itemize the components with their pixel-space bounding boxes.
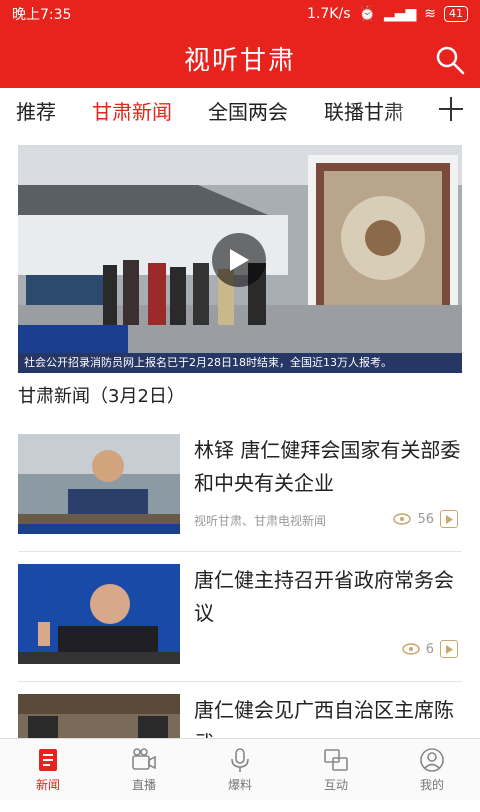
bottom-navigation: 新闻 直播 爆料 互动 我的 [0,738,480,800]
article-thumbnail [18,564,180,664]
nav-label: 新闻 [35,777,60,792]
signal-icon: ▂▄▆ [383,6,417,22]
play-icon [230,249,249,271]
tab-recommend[interactable]: 推荐 [16,96,56,125]
view-count: 6 [425,641,434,657]
search-icon[interactable] [434,44,466,76]
interact-icon [324,748,348,771]
wifi-icon: ≋ [424,6,436,22]
nav-report[interactable]: 爆料 [192,739,288,800]
tab-gansu-news[interactable]: 甘肃新闻 [92,96,172,125]
category-tabs: 推荐 甘肃新闻 全国两会 联播甘肃 [0,88,480,132]
nav-news[interactable]: 新闻 [0,739,96,800]
nav-live[interactable]: 直播 [96,739,192,800]
status-indicators: 1.7K/s ⏰ ▂▄▆ ≋ 41 [307,6,468,22]
app-header: 视听甘肃 [0,28,480,88]
video-icon [440,640,458,658]
tab-two-sessions[interactable]: 全国两会 [208,96,288,125]
article-title: 林铎 唐仁健拜会国家有关部委和中央有关企业 [194,438,461,495]
network-speed: 1.7K/s [307,6,351,22]
live-camera-icon [132,747,156,770]
eye-icon [401,643,420,655]
tab-fade [388,88,438,132]
article-thumbnail [18,434,180,534]
list-item[interactable]: 林铎 唐仁健拜会国家有关部委和中央有关企业 视听甘肃、甘肃电视新闻 56 [18,434,462,552]
microphone-icon [231,747,249,772]
add-channel-icon[interactable] [436,94,466,124]
alarm-icon: ⏰ [358,6,376,22]
status-bar: 晚上7:35 1.7K/s ⏰ ▂▄▆ ≋ 41 [0,0,480,28]
view-count: 56 [417,511,434,527]
list-item[interactable]: 唐仁健主持召开省政府常务会议 6 [18,564,462,682]
article-source: 视听甘肃、甘肃电视新闻 [194,514,327,528]
nav-interact[interactable]: 互动 [288,739,384,800]
status-time: 晚上7:35 [12,7,72,23]
article-stats: 6 [401,640,458,658]
article-stats: 56 [393,510,458,528]
news-icon [39,748,57,771]
video-icon [440,510,458,528]
hero-ticker: 社会公开招录消防员网上报名已于2月28日18时结束，全国近13万人报考。 [18,353,462,373]
hero-caption[interactable]: 甘肃新闻（3月2日） [18,382,185,408]
app-title: 视听甘肃 [183,45,296,76]
profile-icon [420,747,444,772]
article-title: 唐仁健主持召开省政府常务会议 [194,568,454,625]
eye-icon [393,513,412,525]
play-button[interactable] [212,233,266,287]
nav-label: 直播 [131,777,156,792]
nav-label: 爆料 [227,777,252,792]
nav-profile[interactable]: 我的 [384,739,480,800]
nav-label: 互动 [323,777,348,792]
battery-icon: 41 [444,6,468,22]
hero-video[interactable]: 社会公开招录消防员网上报名已于2月28日18时结束，全国近13万人报考。 [18,145,462,373]
nav-label: 我的 [419,777,444,792]
